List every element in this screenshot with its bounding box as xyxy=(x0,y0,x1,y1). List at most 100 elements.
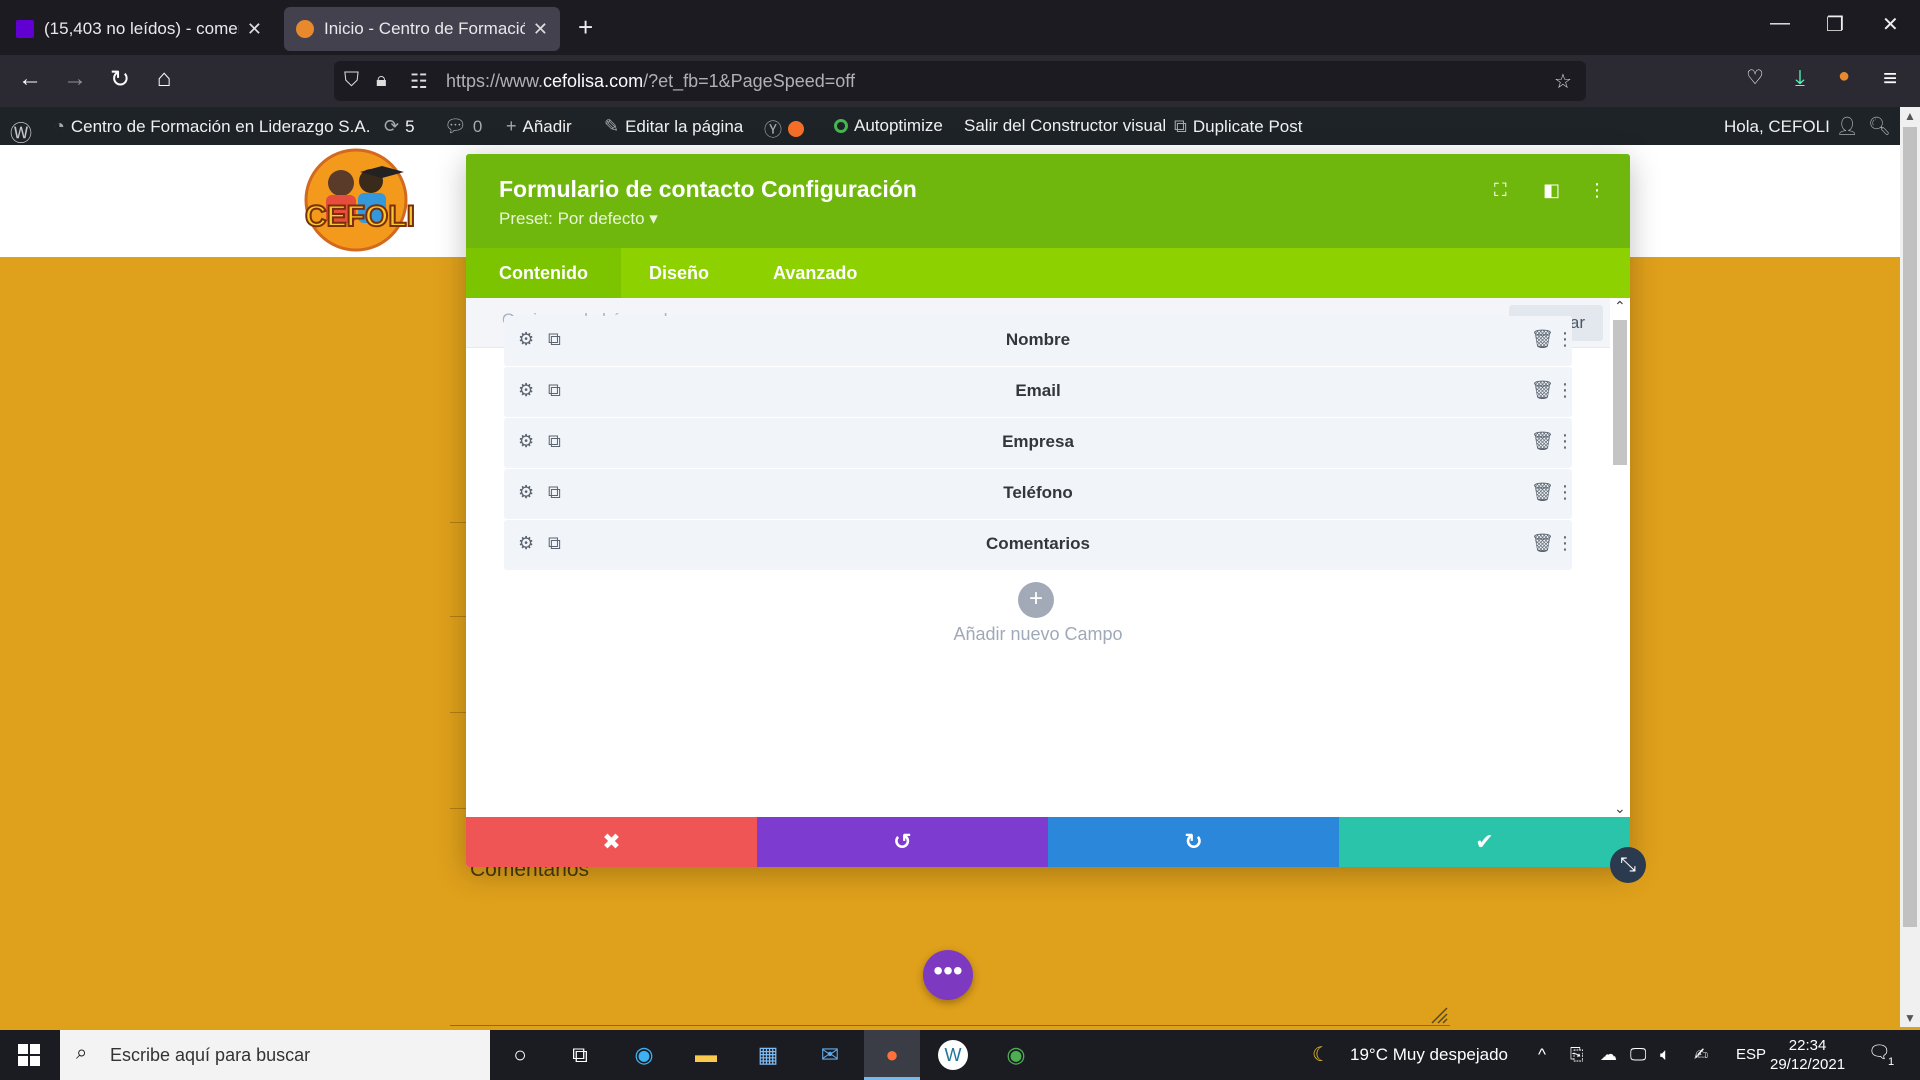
minimize-icon[interactable]: — xyxy=(1770,12,1790,35)
add-new-link[interactable]: + Añadir xyxy=(506,116,572,137)
site-favicon-icon xyxy=(296,20,314,38)
trash-icon[interactable]: 🗑︎ xyxy=(1531,329,1554,350)
restore-icon[interactable]: ❐ xyxy=(1826,12,1844,37)
textarea-border xyxy=(450,1025,1450,1026)
builder-options-button[interactable]: ••• xyxy=(923,950,973,1000)
trash-icon[interactable]: 🗑︎ xyxy=(1531,431,1554,452)
exit-builder-link[interactable]: Salir del Constructor visual xyxy=(964,116,1166,136)
close-window-icon[interactable]: ✕ xyxy=(1882,12,1899,37)
trash-icon[interactable]: 🗑︎ xyxy=(1531,380,1554,401)
extension-icon[interactable]: ● xyxy=(1828,65,1860,88)
tab-diseno[interactable]: Diseño xyxy=(616,248,742,298)
field-row-nombre[interactable]: ⚙ ⧉ Nombre 🗑︎ ⋮ xyxy=(504,316,1574,366)
add-field-button[interactable]: + xyxy=(1018,582,1054,618)
permissions-icon[interactable]: ☷ xyxy=(410,69,428,94)
pen-icon[interactable]: ✍ xyxy=(1694,1045,1708,1065)
tab-contenido[interactable]: Contenido xyxy=(466,248,621,298)
new-tab-icon[interactable]: + xyxy=(578,12,593,43)
account-menu[interactable]: Hola, CEFOLI 👤︎ xyxy=(1724,116,1859,137)
field-menu-icon[interactable]: ⋮ xyxy=(1556,482,1574,503)
windows-start-icon[interactable] xyxy=(18,1044,40,1066)
clock[interactable]: 22:34 29/12/2021 xyxy=(1770,1036,1845,1074)
cancel-button[interactable]: ✖ xyxy=(466,817,757,867)
edit-page-link[interactable]: ✎ Editar la página xyxy=(604,116,743,137)
url-bar[interactable]: ⛉ 🔒︎ ☷ https://www.cefolisa.com/?et_fb=1… xyxy=(334,61,1586,101)
scroll-down-icon[interactable]: ▼ xyxy=(1904,1011,1916,1025)
close-tab-icon[interactable]: ✕ xyxy=(533,19,548,40)
device-icon[interactable]: ⎘ xyxy=(1570,1045,1584,1065)
shield-icon[interactable]: ⛉ xyxy=(344,69,359,92)
more-options-icon[interactable]: ⋮ xyxy=(1588,180,1606,201)
file-explorer-icon[interactable]: ▬ xyxy=(690,1040,722,1070)
bookmark-star-icon[interactable]: ☆ xyxy=(1554,69,1572,94)
taskbar-search-box[interactable]: ⌕ Escribe aquí para buscar xyxy=(60,1030,490,1080)
field-menu-icon[interactable]: ⋮ xyxy=(1556,533,1574,554)
url-text[interactable]: https://www.cefolisa.com/?et_fb=1&PageSp… xyxy=(446,71,855,92)
add-field-label[interactable]: Añadir nuevo Campo xyxy=(466,624,1610,645)
search-icon[interactable]: 🔍︎ xyxy=(1868,116,1891,137)
field-label: Email xyxy=(1015,381,1061,400)
scroll-up-icon[interactable]: ⌃ xyxy=(1614,298,1626,315)
lock-icon[interactable]: 🔒︎ xyxy=(376,69,387,92)
field-menu-icon[interactable]: ⋮ xyxy=(1556,329,1574,350)
modal-scrollbar[interactable]: ⌃ ⌄ xyxy=(1610,298,1630,817)
home-icon[interactable]: ⌂ xyxy=(148,65,180,93)
field-row-email[interactable]: ⚙ ⧉ Email 🗑︎ ⋮ xyxy=(504,367,1574,417)
forward-icon[interactable]: → xyxy=(59,65,91,93)
chevron-up-icon[interactable]: ^ xyxy=(1538,1045,1546,1065)
updates-icon: ⟳ xyxy=(384,116,400,136)
weather-text[interactable]: 19°C Muy despejado xyxy=(1350,1045,1508,1065)
volume-icon[interactable]: 🔈︎ xyxy=(1660,1045,1670,1065)
comments-link[interactable]: 💬︎ 0 xyxy=(444,116,482,137)
trash-icon[interactable]: 🗑︎ xyxy=(1531,482,1554,503)
wordpress-app-icon[interactable]: W xyxy=(938,1040,968,1070)
close-tab-icon[interactable]: ✕ xyxy=(247,19,262,40)
field-menu-icon[interactable]: ⋮ xyxy=(1556,431,1574,452)
cortana-icon[interactable]: ○ xyxy=(504,1040,536,1070)
updates-link[interactable]: ⟳ 5 xyxy=(384,116,415,137)
edge-icon[interactable]: ◉ xyxy=(628,1040,660,1070)
autoptimize-link[interactable]: Autoptimize xyxy=(834,116,943,136)
tab-inicio[interactable]: Inicio - Centro de Formación en ✕ xyxy=(284,7,560,51)
scroll-down-icon[interactable]: ⌄ xyxy=(1614,800,1626,817)
scrollbar-thumb[interactable] xyxy=(1903,127,1917,927)
scrollbar-thumb[interactable] xyxy=(1613,320,1627,465)
site-name-link[interactable]: ◔ Centro de Formación en Liderazgo S.A. xyxy=(54,116,370,137)
pocket-icon[interactable]: ♡ xyxy=(1739,65,1771,90)
field-row-telefono[interactable]: ⚙ ⧉ Teléfono 🗑︎ ⋮ xyxy=(504,469,1574,519)
textarea-resize-icon[interactable] xyxy=(1430,1006,1448,1024)
tab-mail[interactable]: (15,403 no leídos) - comerisa@y ✕ xyxy=(4,7,274,51)
firefox-taskbar-button[interactable]: ● xyxy=(864,1030,920,1080)
mail-icon[interactable]: ✉ xyxy=(814,1040,846,1070)
fullscreen-icon[interactable]: ⛶ xyxy=(1494,180,1507,201)
store-icon[interactable]: ▦ xyxy=(752,1040,784,1070)
tab-avanzado[interactable]: Avanzado xyxy=(740,248,890,298)
trash-icon[interactable]: 🗑︎ xyxy=(1531,533,1554,554)
onedrive-icon[interactable]: ☁ xyxy=(1600,1045,1617,1065)
network-icon[interactable]: 🖵︎ xyxy=(1630,1045,1646,1065)
download-icon[interactable]: ⤓ xyxy=(1784,65,1816,91)
pencil-icon: ✎ xyxy=(604,116,620,136)
redo-button[interactable]: ↻ xyxy=(1048,817,1339,867)
page-scrollbar[interactable]: ▲ ▼ xyxy=(1900,107,1920,1027)
modal-footer: ✖ ↺ ↻ ✔ xyxy=(466,817,1630,867)
reload-icon[interactable]: ↻ xyxy=(104,65,136,94)
field-row-empresa[interactable]: ⚙ ⧉ Empresa 🗑︎ ⋮ xyxy=(504,418,1574,468)
modal-resize-handle[interactable]: ⤡ xyxy=(1610,847,1646,883)
weather-moon-icon[interactable]: ☾ xyxy=(1312,1042,1330,1067)
snap-layout-icon[interactable]: ◧ xyxy=(1543,180,1560,201)
field-row-comentarios[interactable]: ⚙ ⧉ Comentarios 🗑︎ ⋮ xyxy=(504,520,1574,570)
wordpress-logo-icon[interactable]: Ⓦ xyxy=(10,116,32,148)
task-view-icon[interactable]: ⧉ xyxy=(564,1040,596,1070)
undo-button[interactable]: ↺ xyxy=(757,817,1048,867)
chrome-icon[interactable]: ◉ xyxy=(1000,1040,1032,1070)
yoast-link[interactable]: Ⓨ xyxy=(764,116,804,142)
field-menu-icon[interactable]: ⋮ xyxy=(1556,380,1574,401)
menu-icon[interactable]: ≡ xyxy=(1874,65,1906,93)
duplicate-post-link[interactable]: ⧉ Duplicate Post xyxy=(1174,116,1302,137)
language-indicator[interactable]: ESP xyxy=(1736,1046,1766,1063)
back-icon[interactable]: ← xyxy=(14,65,46,93)
preset-dropdown[interactable]: Preset: Por defecto ▾ xyxy=(499,209,658,229)
save-button[interactable]: ✔ xyxy=(1339,817,1630,867)
scroll-up-icon[interactable]: ▲ xyxy=(1904,109,1916,123)
